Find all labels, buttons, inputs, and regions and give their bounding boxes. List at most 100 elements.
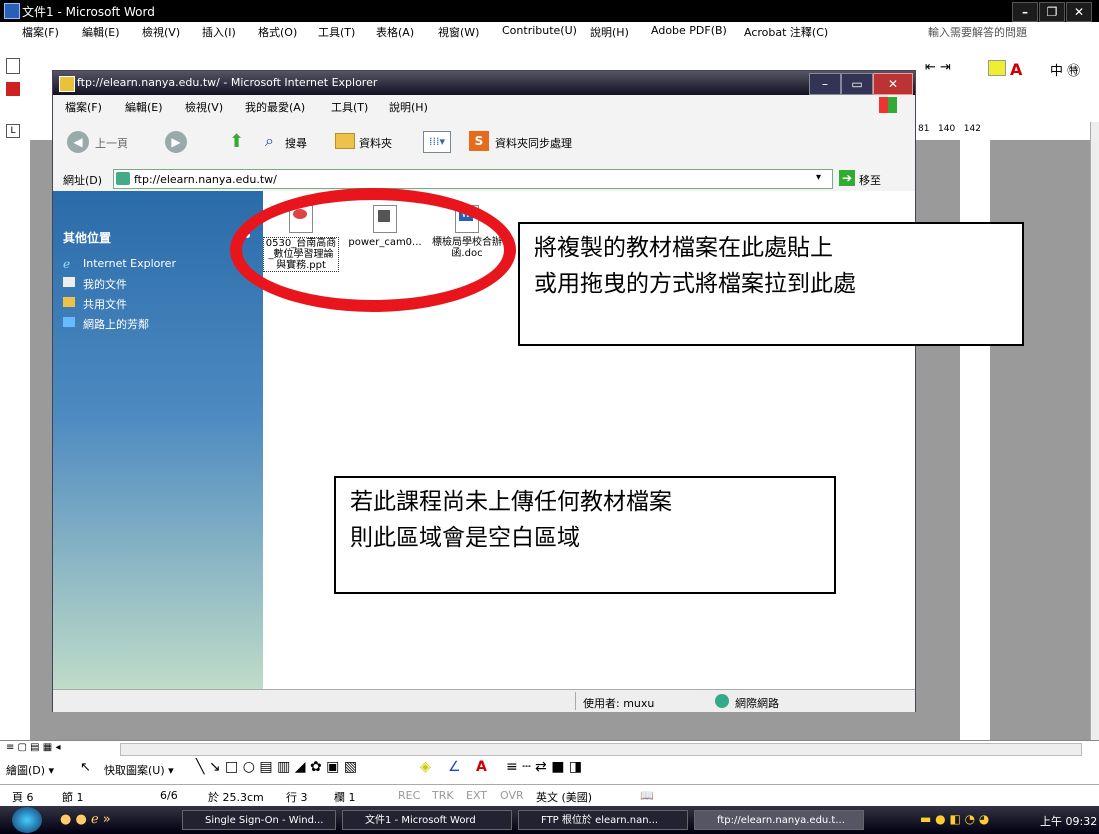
address-input[interactable]: ftp://elearn.nanya.edu.tw/ ▾ [113, 169, 833, 189]
tab-selector[interactable]: L [6, 124, 20, 138]
callout-paste-line1: 將複製的教材檔案在此處貼上 [534, 235, 833, 261]
close-icon[interactable]: ✕ [1066, 2, 1092, 22]
folders-button[interactable]: 資料夾 [359, 135, 392, 151]
ie-window: ftp://elearn.nanya.edu.tw/ - Microsoft I… [52, 70, 916, 712]
menu-window[interactable]: 視窗(W) [438, 24, 479, 40]
menu-format[interactable]: 格式(O) [258, 24, 297, 40]
address-label: 網址(D) [63, 174, 103, 187]
status-ovr[interactable]: OVR [500, 789, 524, 802]
up-folder-icon[interactable]: ⬆ [229, 131, 244, 152]
forward-icon[interactable]: ▶ [165, 131, 187, 153]
status-page: 頁 6 [12, 791, 34, 804]
chevron-down-icon[interactable]: ▾ [816, 172, 821, 183]
indent-icon[interactable]: ⇤ ⇥ [925, 60, 951, 75]
tray-icons[interactable]: ▬ ● ◧ ◔ ◕ [920, 812, 989, 826]
side-panel: 其他位置 ℯ Internet Explorer 我的文件 共用文件 網路上的芳… [53, 191, 263, 689]
select-arrow-icon[interactable]: ↖ [80, 760, 91, 775]
ie-menu-favorites[interactable]: 我的最愛(A) [245, 99, 305, 115]
search-icon[interactable]: ⌕ [265, 131, 274, 151]
menu-adobe-pdf[interactable]: Adobe PDF(B) [651, 24, 727, 37]
go-arrow-icon[interactable]: ➔ [839, 170, 855, 186]
restore-icon[interactable]: ❐ [1039, 2, 1065, 22]
menu-help[interactable]: 說明(H) [590, 24, 629, 40]
callout-paste-line2: 或用拖曳的方式將檔案拉到此處 [534, 271, 856, 297]
menu-edit[interactable]: 編輯(E) [82, 24, 120, 40]
font-color-icon[interactable]: A [476, 759, 487, 775]
callout-empty: 若此課程尚未上傳任何教材檔案 則此區域會是空白區域 [334, 476, 836, 594]
network-icon [63, 317, 75, 327]
side-item-my-documents[interactable]: 我的文件 [83, 276, 127, 292]
side-item-network-places[interactable]: 網路上的芳鄰 [83, 316, 149, 332]
line-color-icon[interactable]: ∠ [448, 759, 461, 775]
ie-icon: ℯ [63, 257, 71, 271]
go-button[interactable]: 移至 [859, 172, 881, 188]
side-item-shared-documents[interactable]: 共用文件 [83, 296, 127, 312]
vertical-ruler [0, 140, 31, 740]
view-buttons[interactable]: ≡ ▢ ▤ ▦ ◂ [6, 742, 60, 753]
views-icon[interactable]: ⁞⁞⁞▾ [423, 131, 451, 153]
ie-app-icon [59, 76, 75, 92]
new-document-icon[interactable] [6, 58, 20, 74]
underline-icon[interactable]: A [1010, 60, 1022, 79]
autoshape-menu[interactable]: 快取圖案(U) ▾ [104, 762, 174, 778]
side-item-internet-explorer[interactable]: Internet Explorer [83, 257, 176, 270]
task-single-sign-on[interactable]: Single Sign-On - Wind... [182, 810, 336, 830]
ie-minimize-icon[interactable]: – [809, 73, 841, 95]
word-window-title: 文件1 - Microsoft Word [22, 5, 155, 19]
status-section: 節 1 [62, 791, 84, 804]
draw-menu[interactable]: 繪圖(D) ▾ [6, 762, 54, 778]
status-trk[interactable]: TRK [432, 789, 454, 802]
back-button[interactable]: 上一頁 [95, 135, 128, 151]
pdf-icon[interactable] [6, 82, 20, 96]
taskbar: ● ● ℯ » Single Sign-On - Wind... 文件1 - M… [0, 806, 1099, 834]
menu-view[interactable]: 檢視(V) [142, 24, 180, 40]
side-heading: 其他位置 [63, 231, 112, 245]
folders-icon[interactable] [335, 133, 355, 149]
menu-acrobat[interactable]: Acrobat 注釋(C) [744, 24, 828, 40]
back-icon[interactable]: ◀ [67, 131, 89, 153]
ie-status-bar: 使用者: muxu 網際網路 [53, 689, 915, 712]
fill-color-icon[interactable]: ◈ [420, 759, 431, 775]
ruler-marks: 81 140 142 [918, 124, 981, 134]
clock: 上午 09:32 [1040, 815, 1098, 828]
help-search-field[interactable]: 輸入需要解答的問題 [928, 24, 1027, 40]
start-button-icon[interactable] [12, 807, 42, 833]
status-zone: 網際網路 [735, 697, 779, 710]
highlight-icon[interactable] [988, 60, 1006, 76]
quicklaunch-icons[interactable]: ● ● ℯ » [60, 812, 111, 827]
line-style-icon[interactable]: ≡ ┄ ⇄ ■ ◨ [506, 759, 582, 775]
word-menu-bar: 檔案(F) 編輯(E) 檢視(V) 插入(I) 格式(O) 工具(T) 表格(A… [0, 24, 1099, 56]
task-word[interactable]: 文件1 - Microsoft Word [342, 810, 512, 830]
view-bar: ≡ ▢ ▤ ▦ ◂ [0, 740, 1099, 757]
status-at: 於 25.3cm [208, 791, 264, 804]
ie-menu-edit[interactable]: 編輯(E) [125, 99, 163, 115]
ie-menu-view[interactable]: 檢視(V) [185, 99, 223, 115]
status-ext[interactable]: EXT [466, 789, 487, 802]
search-button[interactable]: 搜尋 [285, 135, 307, 151]
address-bar: 網址(D) ftp://elearn.nanya.edu.tw/ ▾ ➔ 移至 [53, 167, 915, 192]
menu-tools[interactable]: 工具(T) [318, 24, 355, 40]
folder-sync-button[interactable]: 資料夾同步處理 [495, 135, 572, 151]
menu-contribute[interactable]: Contribute(U) [502, 24, 577, 37]
ie-menu-file[interactable]: 檔案(F) [65, 99, 102, 115]
status-pages: 6/6 [160, 789, 178, 802]
horizontal-scrollbar[interactable] [120, 743, 1082, 756]
task-ftp-ie[interactable]: ftp://elearn.nanya.edu.t... [694, 810, 864, 830]
sync-icon[interactable]: S [469, 131, 489, 151]
spellcheck-icon[interactable]: 📖 [640, 789, 654, 802]
ie-menu-tools[interactable]: 工具(T) [331, 99, 368, 115]
status-rec[interactable]: REC [398, 789, 420, 802]
status-user: 使用者: muxu [583, 697, 655, 710]
minimize-icon[interactable]: – [1012, 2, 1038, 22]
task-ftp-root[interactable]: FTP 根位於 elearn.nan... [518, 810, 688, 830]
menu-file[interactable]: 檔案(F) [22, 24, 59, 40]
phonetic-icon[interactable]: 中 ㊕ [1050, 60, 1080, 79]
shape-tools-icon[interactable]: ╲ ↘ □ ○ ▤ ▥ ◢ ✿ ▣ ▧ [196, 759, 357, 775]
ie-maximize-icon[interactable]: ▭ [841, 73, 873, 95]
ie-menu-help[interactable]: 說明(H) [389, 99, 428, 115]
menu-table[interactable]: 表格(A) [376, 24, 414, 40]
vertical-scrollbar[interactable] [1090, 122, 1099, 742]
ie-close-icon[interactable]: ✕ [873, 73, 913, 95]
word-title-bar: 文件1 - Microsoft Word – ❐ ✕ [0, 0, 1099, 22]
menu-insert[interactable]: 插入(I) [202, 24, 236, 40]
